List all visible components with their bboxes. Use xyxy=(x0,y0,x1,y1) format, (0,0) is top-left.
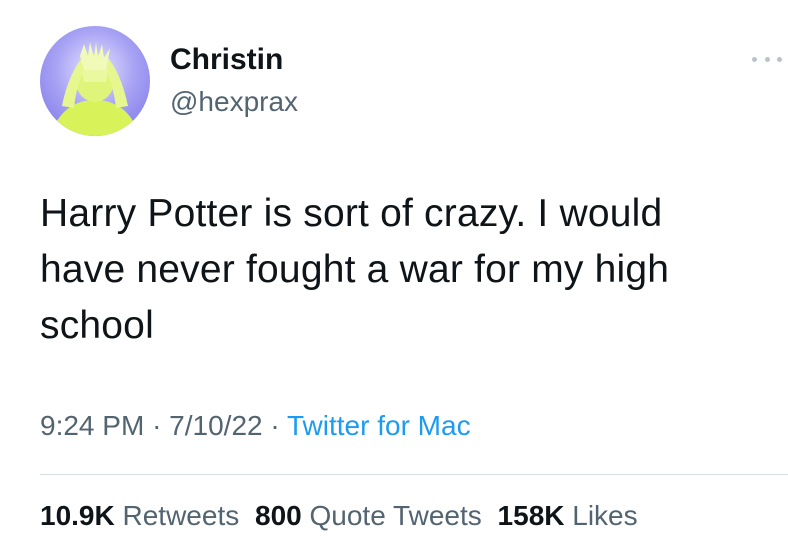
tweet-line: Harry Potter is sort of crazy. I would xyxy=(40,192,663,235)
author-display-name[interactable]: Christin xyxy=(170,40,283,80)
author-handle[interactable]: @hexprax xyxy=(170,84,298,120)
tweet-line: have never fought a war for my high xyxy=(40,248,670,291)
likes-stat[interactable]: 158K Likes xyxy=(498,500,638,531)
meta-separator: · xyxy=(152,410,162,441)
retweets-count: 10.9K xyxy=(40,500,115,531)
dot xyxy=(777,56,782,62)
likes-count: 158K xyxy=(497,500,565,531)
likes-label: Likes xyxy=(572,500,638,531)
tweet-time[interactable]: 9:24 PM xyxy=(40,410,144,441)
meta-separator: · xyxy=(270,410,280,441)
tweet-source-link[interactable]: Twitter for Mac xyxy=(287,410,471,441)
quote-tweets-stat[interactable]: 800 Quote Tweets xyxy=(255,500,482,531)
retweets-stat[interactable]: 10.9K Retweets xyxy=(40,500,239,531)
retweets-label: Retweets xyxy=(122,500,240,531)
dot xyxy=(752,56,757,62)
tweet-text: Harry Potter is sort of crazy. I would h… xyxy=(40,186,760,354)
tweet-date[interactable]: 7/10/22 xyxy=(169,410,262,441)
quote-tweets-label: Quote Tweets xyxy=(309,500,482,531)
divider xyxy=(40,474,788,475)
dot xyxy=(764,56,770,62)
avatar-icon xyxy=(40,26,150,136)
tweet-stats: 10.9K Retweets 800 Quote Tweets 158K Lik… xyxy=(40,496,646,536)
tweet-line: school xyxy=(40,304,154,347)
tweet-meta: 9:24 PM · 7/10/22 · Twitter for Mac xyxy=(40,406,471,446)
quote-tweets-count: 800 xyxy=(255,500,302,531)
avatar[interactable] xyxy=(40,26,150,136)
more-dots-icon[interactable] xyxy=(752,52,782,66)
